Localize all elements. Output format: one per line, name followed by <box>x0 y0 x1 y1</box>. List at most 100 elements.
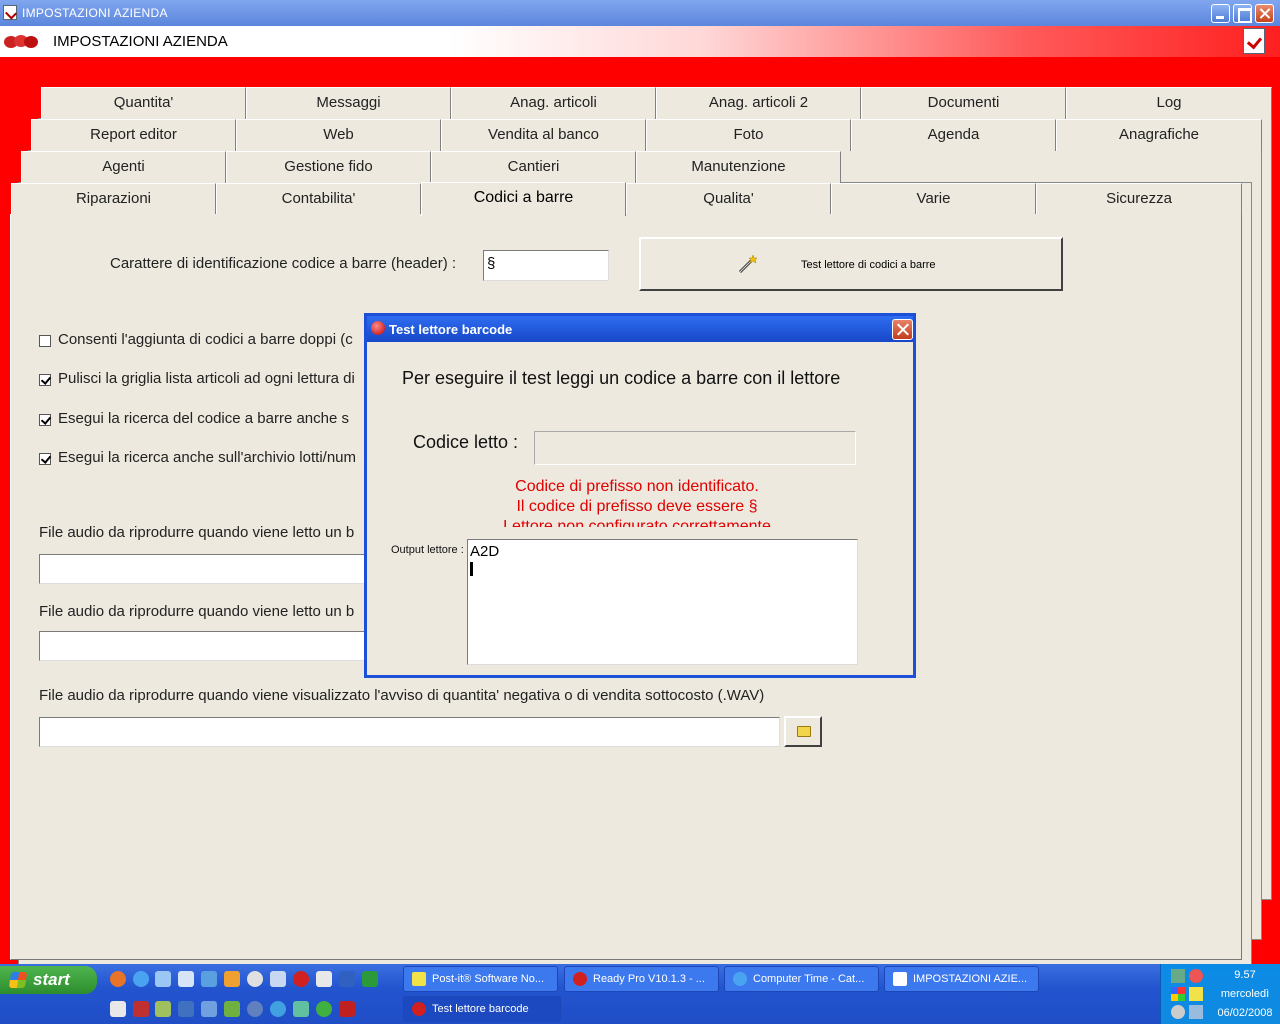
dialog-close-button[interactable] <box>892 319 913 340</box>
tray-windows-icon[interactable] <box>1171 987 1185 1001</box>
checkbox-ricerca-codice[interactable] <box>39 414 51 426</box>
tab-web[interactable]: Web <box>236 119 441 151</box>
tab-codici-a-barre[interactable]: Codici a barre <box>421 182 626 216</box>
start-button[interactable]: start <box>0 966 97 994</box>
tab-contabilita[interactable]: Contabilita' <box>216 183 421 215</box>
gear-icon[interactable] <box>247 1001 263 1017</box>
clock-day: mercoledì <box>1220 988 1270 1000</box>
excel-icon[interactable] <box>362 971 378 987</box>
tool-icon[interactable] <box>270 971 286 987</box>
firefox-icon[interactable] <box>110 971 126 987</box>
error-line: Lettore non configurato correttamente <box>503 518 771 527</box>
internet-explorer-icon[interactable] <box>133 971 149 987</box>
tray-volume-icon[interactable] <box>1171 1005 1185 1019</box>
word-icon[interactable] <box>339 971 355 987</box>
tab-foto[interactable]: Foto <box>646 119 851 151</box>
app-red-icon[interactable] <box>339 1001 355 1017</box>
tray-display-icon[interactable] <box>1189 1005 1203 1019</box>
app-icon <box>3 5 17 20</box>
magic-wand-icon <box>738 254 758 274</box>
task-computer-time[interactable]: Computer Time - Cat... <box>724 966 879 992</box>
globe-icon[interactable] <box>270 1001 286 1017</box>
checklist-icon[interactable] <box>1243 28 1265 54</box>
home-icon[interactable] <box>224 971 240 987</box>
plant-icon[interactable] <box>224 1001 240 1017</box>
tab-documenti[interactable]: Documenti <box>861 87 1066 119</box>
header-char-label: Carattere di identificazione codice a ba… <box>110 255 457 272</box>
tab-agenda[interactable]: Agenda <box>851 119 1056 151</box>
minimize-button[interactable] <box>1211 4 1230 23</box>
desktop-icon[interactable] <box>178 971 194 987</box>
apple-logo-icon <box>4 35 38 48</box>
notepad-icon[interactable] <box>110 1001 126 1017</box>
tab-quantita[interactable]: Quantita' <box>41 87 246 119</box>
tab-qualita[interactable]: Qualita' <box>626 183 831 215</box>
error-line: Codice di prefisso non identificato. <box>515 478 759 495</box>
tab-varie[interactable]: Varie <box>831 183 1036 215</box>
taskbar: start Post-it® Software No... Ready Pro … <box>0 964 1280 1024</box>
header-char-input[interactable]: § <box>483 250 609 281</box>
task-impostazioni[interactable]: IMPOSTAZIONI AZIE... <box>884 966 1039 992</box>
checkbox-pulisci-griglia[interactable] <box>39 374 51 386</box>
codice-letto-field <box>534 431 856 465</box>
tab-cantieri[interactable]: Cantieri <box>431 151 636 183</box>
header-title: IMPOSTAZIONI AZIENDA <box>53 33 228 50</box>
task-post-it[interactable]: Post-it® Software No... <box>403 966 558 992</box>
dialog-title-bar[interactable]: Test lettore barcode <box>367 316 913 342</box>
tab-anagrafiche[interactable]: Anagrafiche <box>1056 119 1262 151</box>
audio3-label: File audio da riprodurre quando viene vi… <box>39 687 765 704</box>
error-line: Il codice di prefisso deve essere § <box>516 498 758 515</box>
dialog-app-icon <box>371 321 385 335</box>
tab-manutenzione[interactable]: Manutenzione <box>636 151 841 183</box>
close-window-button[interactable] <box>1255 4 1274 23</box>
task-test-lettore[interactable]: Test lettore barcode <box>403 996 561 1022</box>
window-title-bar[interactable]: IMPOSTAZIONI AZIENDA <box>0 0 1280 26</box>
network-icon[interactable] <box>201 971 217 987</box>
dialog-title: Test lettore barcode <box>389 322 513 337</box>
tab-gestione-fido[interactable]: Gestione fido <box>226 151 431 183</box>
tab-anag-articoli[interactable]: Anag. articoli <box>451 87 656 119</box>
ready-pro-task-icon <box>573 972 587 986</box>
app-header: IMPOSTAZIONI AZIENDA <box>0 26 1280 57</box>
document-icon[interactable] <box>316 971 332 987</box>
window-title: IMPOSTAZIONI AZIENDA <box>22 6 168 20</box>
task-ready-pro[interactable]: Ready Pro V10.1.3 - ... <box>564 966 719 992</box>
file-icon[interactable] <box>201 1001 217 1017</box>
tab-agenti[interactable]: Agenti <box>21 151 226 183</box>
checkbox-consenti-doppi[interactable] <box>39 335 51 347</box>
people-icon[interactable] <box>293 1001 309 1017</box>
browse-audio3-button[interactable] <box>784 716 822 747</box>
tab-vendita-al-banco[interactable]: Vendita al banco <box>441 119 646 151</box>
checkbox-ricerca-lotti[interactable] <box>39 453 51 465</box>
test-barcode-reader-button[interactable]: Test lettore di codici a barre <box>639 237 1063 291</box>
app-circle-icon[interactable] <box>316 1001 332 1017</box>
audio2-input[interactable] <box>39 631 369 661</box>
tab-log[interactable]: Log <box>1066 87 1272 119</box>
audio2-label: File audio da riprodurre quando viene le… <box>39 603 355 620</box>
tab-anag-articoli-2[interactable]: Anag. articoli 2 <box>656 87 861 119</box>
tab-report-editor[interactable]: Report editor <box>31 119 236 151</box>
output-lettore-textarea[interactable]: A2D <box>467 539 858 665</box>
ready-pro-icon[interactable] <box>293 971 309 987</box>
close-x-icon[interactable] <box>133 1001 149 1017</box>
tray-note-icon[interactable] <box>1189 987 1203 1001</box>
checkbox-label-ricerca-codice: Esegui la ricerca del codice a barre anc… <box>58 410 349 427</box>
app-green-icon[interactable] <box>155 1001 171 1017</box>
audio1-input[interactable] <box>39 554 369 584</box>
app-blue-icon[interactable] <box>178 1001 194 1017</box>
task-label: Computer Time - Cat... <box>753 973 865 985</box>
folder-icon <box>797 726 811 737</box>
checkbox-label-ricerca-lotti: Esegui la ricerca anche sull'archivio lo… <box>58 449 357 466</box>
error-messages: Codice di prefisso non identificato. Il … <box>427 477 847 527</box>
clock-time: 9.57 <box>1234 969 1256 981</box>
tray-network-icon[interactable] <box>1171 969 1185 983</box>
task-label: Post-it® Software No... <box>432 973 545 985</box>
tray-app-icon[interactable] <box>1189 969 1203 983</box>
audio3-input[interactable] <box>39 717 780 747</box>
tab-sicurezza[interactable]: Sicurezza <box>1036 183 1242 215</box>
tab-riparazioni[interactable]: Riparazioni <box>11 183 216 215</box>
media-icon[interactable] <box>247 971 263 987</box>
maximize-button[interactable] <box>1233 4 1252 23</box>
outlook-icon[interactable] <box>155 971 171 987</box>
tab-messaggi[interactable]: Messaggi <box>246 87 451 119</box>
